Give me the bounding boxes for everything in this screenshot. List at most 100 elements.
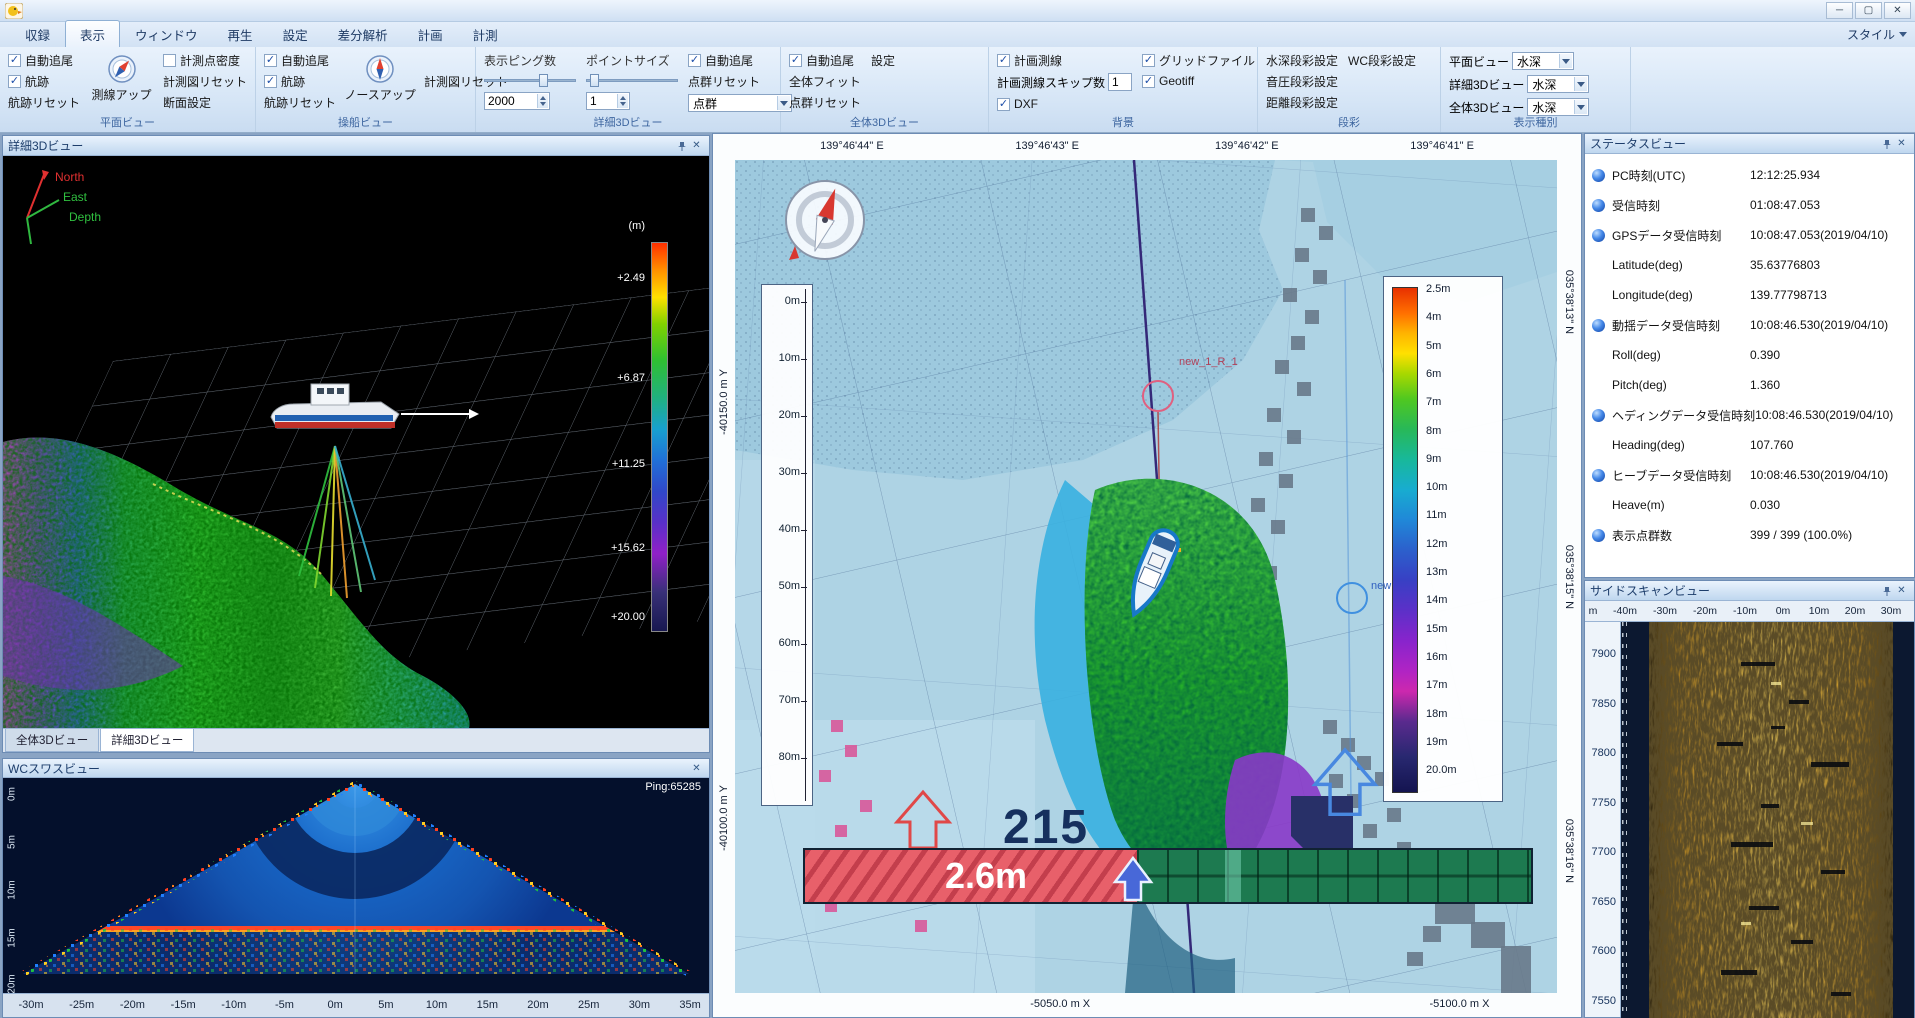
plane-auto-track-checkbox[interactable]: 自動追尾: [8, 52, 80, 68]
checkbox-icon[interactable]: [8, 75, 21, 88]
plane-line-up-button[interactable]: 測線アップ: [90, 52, 153, 114]
ribbon-tab-2[interactable]: 表示: [65, 20, 120, 47]
chevron-down-icon[interactable]: [1574, 100, 1587, 114]
3d-view-tab-2[interactable]: 詳細3Dビュー: [100, 729, 194, 752]
sidescan-canvas[interactable]: 79007850780077507700765076007550: [1585, 622, 1914, 1017]
status-label: Heading(deg): [1612, 438, 1750, 452]
whole3d-settings-button[interactable]: 設定: [871, 52, 895, 68]
point-cloud-select[interactable]: 点群: [688, 94, 792, 112]
checkbox-icon[interactable]: [1142, 75, 1155, 88]
checkbox-icon[interactable]: [997, 98, 1010, 111]
status-label: Heave(m): [1612, 498, 1750, 512]
wc-swath-canvas[interactable]: Ping:65285 0m5m10m15m20m: [3, 778, 709, 993]
sidescan-y-tick: 7750: [1592, 797, 1616, 809]
slider-thumb[interactable]: [539, 74, 548, 87]
close-icon[interactable]: ✕: [1894, 584, 1909, 598]
3d-view-tab-1[interactable]: 全体3Dビュー: [5, 729, 99, 752]
status-row: ヘディングデータ受信時刻10:08:46.530(2019/04/10): [1585, 400, 1914, 430]
sidescan-x-tick: 0m: [1776, 605, 1791, 617]
ribbon-tab-5[interactable]: 設定: [268, 20, 323, 47]
sidescan-x-tick: -10m: [1733, 605, 1757, 617]
depth-tint-settings-button[interactable]: 水深段彩設定: [1266, 52, 1338, 68]
style-menu[interactable]: スタイル: [1847, 26, 1907, 43]
display-plane-select[interactable]: 水深: [1512, 52, 1574, 70]
ship-track-checkbox[interactable]: 航跡: [264, 73, 336, 89]
status-row: Heading(deg)107.760: [1585, 430, 1914, 460]
status-label: Roll(deg): [1612, 348, 1750, 362]
checkbox-icon[interactable]: [163, 54, 176, 67]
3d-view-canvas[interactable]: North East Depth (m)+2.49+6.87+11.25+15.…: [3, 156, 709, 728]
whole3d-auto-track-checkbox[interactable]: 自動追尾: [789, 52, 861, 68]
checkbox-icon[interactable]: [997, 54, 1010, 67]
wc-x-tick: 15m: [477, 999, 498, 1011]
checkbox-icon[interactable]: [789, 54, 802, 67]
ribbon-tab-6[interactable]: 差分解析: [323, 20, 403, 47]
plane-track-reset-button[interactable]: 航跡リセット: [8, 94, 80, 110]
indicator-port-segment: 2.6m: [805, 850, 1137, 902]
depth-ruler-tick: 60m: [766, 637, 800, 649]
display-detail3d-select[interactable]: 水深: [1527, 75, 1589, 93]
maximize-button[interactable]: ▢: [1855, 2, 1882, 19]
close-icon[interactable]: ✕: [689, 139, 704, 153]
close-icon[interactable]: ✕: [689, 761, 704, 775]
wc-x-tick: -25m: [69, 999, 94, 1011]
wc-y-tick: 10m: [7, 880, 18, 899]
plan-line-checkbox[interactable]: 計画測線: [997, 52, 1132, 68]
slider-thumb[interactable]: [590, 74, 599, 87]
detail3d-auto-track-checkbox[interactable]: 自動追尾: [688, 52, 792, 68]
panel-title: サイドスキャンビュー: [1590, 582, 1710, 599]
depth-ruler-tick: 70m: [766, 694, 800, 706]
plane-section-setting-button[interactable]: 断面設定: [163, 94, 247, 110]
cross-track-indicator-bar: 2.6m: [803, 848, 1533, 904]
ship-north-up-button[interactable]: ノースアップ: [346, 52, 414, 114]
3d-depth-color-scale: [651, 242, 668, 632]
checkbox-icon[interactable]: [688, 54, 701, 67]
pin-icon[interactable]: [1879, 137, 1894, 151]
ribbon-tab-8[interactable]: 計測: [458, 20, 513, 47]
pin-icon[interactable]: [1879, 584, 1894, 598]
ship-track-reset-button[interactable]: 航跡リセット: [264, 94, 336, 110]
pin-icon[interactable]: [674, 139, 689, 153]
spinner[interactable]: [617, 94, 628, 108]
distance-tint-settings-button[interactable]: 距離段彩設定: [1266, 94, 1338, 110]
checkbox-icon[interactable]: [264, 54, 277, 67]
dxf-checkbox[interactable]: DXF: [997, 96, 1132, 112]
ribbon-tab-1[interactable]: 収録: [10, 20, 65, 47]
plan-skip-input[interactable]: 1: [1108, 73, 1132, 91]
plane-measure-reset-button[interactable]: 計測図リセット: [163, 73, 247, 89]
spinner[interactable]: [537, 94, 548, 108]
checkbox-icon[interactable]: [264, 75, 277, 88]
app-logo-icon[interactable]: [4, 3, 24, 19]
minimize-button[interactable]: ─: [1826, 2, 1853, 19]
ping-count-input[interactable]: 2000: [484, 92, 550, 110]
group-label: 操船ビュー: [256, 114, 475, 130]
close-button[interactable]: ✕: [1884, 2, 1911, 19]
pressure-tint-settings-button[interactable]: 音圧段彩設定: [1266, 73, 1338, 89]
point-size-slider[interactable]: [586, 73, 678, 87]
sidescan-image: [1621, 622, 1914, 1018]
detail3d-cloud-reset-button[interactable]: 点群リセット: [688, 73, 792, 89]
ribbon-tab-7[interactable]: 計画: [403, 20, 458, 47]
grid-file-checkbox[interactable]: グリッドファイル: [1142, 52, 1255, 68]
plane-point-density-checkbox[interactable]: 計測点密度: [163, 52, 247, 68]
geotiff-checkbox[interactable]: Geotiff: [1142, 73, 1255, 89]
point-size-input[interactable]: 1: [586, 92, 630, 110]
3d-scale-tick: +6.87: [561, 372, 645, 384]
checkbox-icon[interactable]: [1142, 54, 1155, 67]
map-canvas[interactable]: 0m10m20m30m40m50m60m70m80m 2.5m4m5m6m7m8…: [735, 160, 1557, 993]
whole3d-fit-button[interactable]: 全体フィット: [789, 73, 861, 89]
ribbon-tab-4[interactable]: 再生: [213, 20, 268, 47]
ribbon-tab-3[interactable]: ウィンドウ: [120, 20, 213, 47]
plane-track-checkbox[interactable]: 航跡: [8, 73, 80, 89]
chevron-down-icon[interactable]: [1559, 54, 1572, 68]
ship-auto-track-checkbox[interactable]: 自動追尾: [264, 52, 336, 68]
ping-count-slider[interactable]: [484, 73, 576, 87]
y-coordinate-label: -40150.0 m Y: [718, 369, 730, 435]
wc-tint-settings-button[interactable]: WC段彩設定: [1348, 52, 1416, 68]
globe-icon: [1592, 319, 1605, 332]
legend-tick: 8m: [1426, 425, 1441, 437]
checkbox-icon[interactable]: [8, 54, 21, 67]
whole3d-cloud-reset-button[interactable]: 点群リセット: [789, 94, 861, 110]
close-icon[interactable]: ✕: [1894, 137, 1909, 151]
chevron-down-icon[interactable]: [1574, 77, 1587, 91]
